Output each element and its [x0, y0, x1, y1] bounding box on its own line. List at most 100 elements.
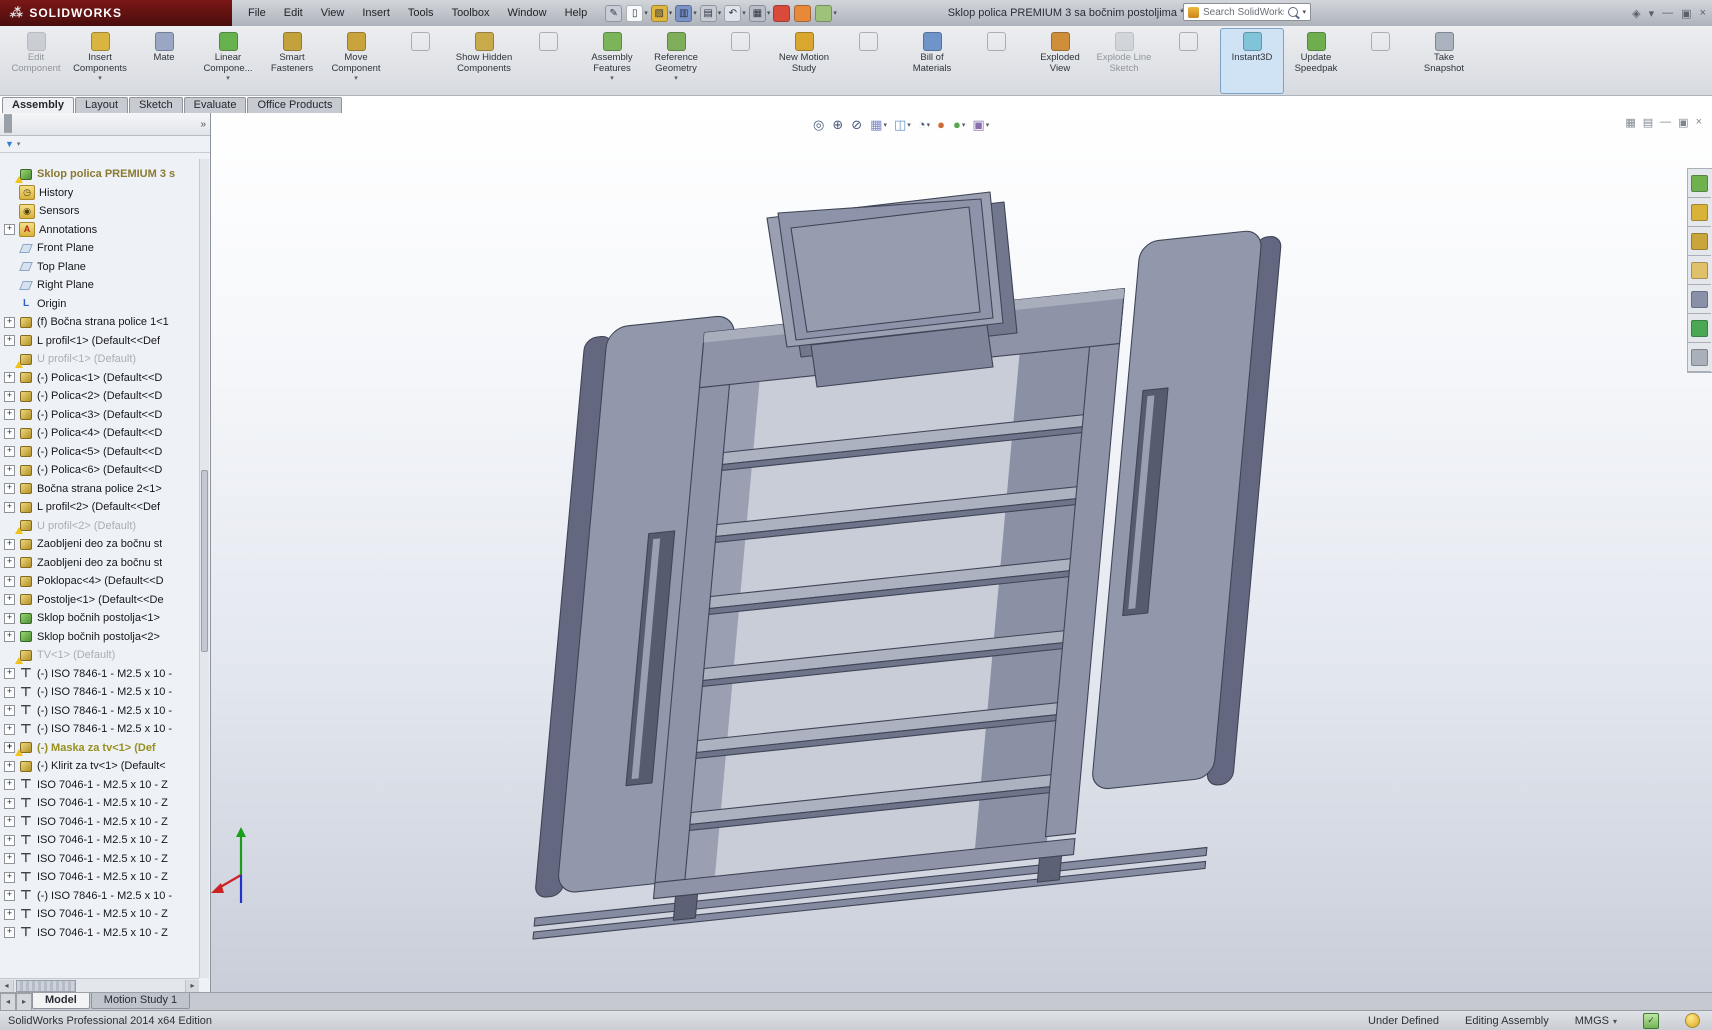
- chevron-down-icon[interactable]: ▾: [354, 74, 358, 83]
- bottom-tab[interactable]: Motion Study 1: [91, 993, 190, 1009]
- file-properties-icon[interactable]: ▾: [815, 5, 837, 22]
- tree-item[interactable]: + Annotations: [0, 221, 200, 240]
- display-style-icon[interactable]: ◫ ▾: [892, 117, 913, 133]
- scrollbar-thumb[interactable]: [201, 470, 208, 652]
- tree-item[interactable]: + (-) ISO 7846-1 - M2.5 x 10 -: [0, 665, 200, 684]
- help-flyout-icon[interactable]: ◈: [1632, 7, 1640, 20]
- command-tab[interactable]: Layout: [75, 97, 128, 113]
- ribbon-button[interactable]: Explode Line Sketch: [1092, 28, 1156, 94]
- expand-toggle[interactable]: +: [4, 557, 15, 568]
- panel-collapse-chevron[interactable]: »: [200, 119, 206, 130]
- customize-pencil-icon[interactable]: ✎: [605, 5, 623, 22]
- cascade-windows-icon[interactable]: ▤: [1643, 116, 1653, 129]
- tree-item[interactable]: + (-) ISO 7846-1 - M2.5 x 10 -: [0, 887, 200, 906]
- tree-item[interactable]: + (-) Maska za tv<1> (Def: [0, 739, 200, 758]
- ribbon-button[interactable]: Assembly Features ▾: [580, 28, 644, 94]
- ribbon-button[interactable]: Insert Components ▾: [68, 28, 132, 94]
- menu-item[interactable]: Insert: [354, 4, 398, 22]
- tree-item[interactable]: + L profil<1> (Default<<Def: [0, 332, 200, 351]
- chevron-down-icon[interactable]: ▾: [669, 9, 673, 17]
- tree-item[interactable]: + (-) Polica<2> (Default<<D: [0, 387, 200, 406]
- menu-item[interactable]: Window: [499, 4, 554, 22]
- expand-toggle[interactable]: +: [4, 724, 15, 735]
- chevron-down-icon[interactable]: ▾: [1302, 8, 1306, 16]
- tree-item[interactable]: Origin: [0, 295, 200, 314]
- ribbon-button[interactable]: [516, 28, 580, 94]
- section-view-icon[interactable]: ⊘: [849, 117, 865, 133]
- solidworks-resources-tab[interactable]: [1688, 169, 1711, 198]
- expand-toggle[interactable]: +: [4, 890, 15, 901]
- save-icon[interactable]: ▥ ▾: [675, 5, 697, 22]
- tree-item[interactable]: + (-) ISO 7846-1 - M2.5 x 10 -: [0, 720, 200, 739]
- expand-toggle[interactable]: +: [4, 539, 15, 550]
- ribbon-button[interactable]: Update Speedpak: [1284, 28, 1348, 94]
- ribbon-button[interactable]: Show Hidden Components: [452, 28, 516, 94]
- restore-icon[interactable]: ▣: [1681, 7, 1691, 20]
- expand-toggle[interactable]: +: [4, 372, 15, 383]
- design-library-tab[interactable]: [1688, 198, 1711, 227]
- filter-funnel-icon[interactable]: ▼: [5, 139, 14, 149]
- tree-item[interactable]: + ISO 7046-1 - M2.5 x 10 - Z: [0, 776, 200, 795]
- tab-scroll-right[interactable]: ▸: [16, 993, 32, 1011]
- model-3d[interactable]: [211, 113, 1712, 992]
- zoom-to-fit-icon[interactable]: ◎: [811, 117, 827, 133]
- expand-toggle[interactable]: +: [4, 872, 15, 883]
- tree-vertical-scrollbar[interactable]: [199, 159, 209, 978]
- menu-item[interactable]: File: [240, 4, 274, 22]
- print-icon[interactable]: ▤ ▾: [700, 5, 722, 22]
- restore-doc-icon[interactable]: ▣: [1678, 116, 1688, 129]
- expand-toggle[interactable]: +: [4, 631, 15, 642]
- view-settings-icon[interactable]: ▣ ▾: [970, 117, 991, 133]
- chevron-down-icon[interactable]: ▾: [1649, 7, 1655, 20]
- view-palette-tab[interactable]: [1688, 256, 1711, 285]
- ribbon-button[interactable]: [836, 28, 900, 94]
- menu-item[interactable]: Tools: [400, 4, 442, 22]
- ribbon-button[interactable]: Move Component ▾: [324, 28, 388, 94]
- file-explorer-tab[interactable]: [1688, 227, 1711, 256]
- tree-item[interactable]: + (-) Klirit za tv<1> (Default<: [0, 757, 200, 776]
- expand-toggle[interactable]: +: [4, 798, 15, 809]
- tree-item[interactable]: + ISO 7046-1 - M2.5 x 10 - Z: [0, 813, 200, 832]
- minimize-doc-icon[interactable]: —: [1660, 116, 1671, 129]
- bottom-tab[interactable]: Model: [32, 993, 90, 1009]
- view-orientation-icon[interactable]: ▦ ▾: [868, 117, 889, 133]
- units-selector[interactable]: MMGS▾: [1575, 1015, 1617, 1027]
- tree-item[interactable]: Front Plane: [0, 239, 200, 258]
- expand-toggle[interactable]: +: [4, 465, 15, 476]
- tree-item[interactable]: Sensors: [0, 202, 200, 221]
- close-doc-icon[interactable]: ×: [1696, 116, 1702, 129]
- tab-scroll-left[interactable]: ◂: [0, 993, 16, 1011]
- search-icon[interactable]: [1288, 7, 1298, 17]
- ribbon-button[interactable]: Bill of Materials: [900, 28, 964, 94]
- command-tab[interactable]: Assembly: [2, 97, 74, 113]
- tree-filter-row[interactable]: ▼ ▾: [0, 136, 210, 153]
- chevron-down-icon[interactable]: ▾: [693, 9, 697, 17]
- graphics-area[interactable]: ◎ ⊕ ⊘ ▦ ▾ ◫ ▾ ◔ ▾ ● ● ▾: [211, 113, 1712, 992]
- ribbon-button[interactable]: Mate: [132, 28, 196, 94]
- expand-toggle[interactable]: +: [4, 335, 15, 346]
- ribbon-button[interactable]: [964, 28, 1028, 94]
- chevron-down-icon[interactable]: ▾: [883, 121, 887, 129]
- chevron-down-icon[interactable]: ▾: [674, 74, 678, 83]
- ribbon-button[interactable]: Exploded View: [1028, 28, 1092, 94]
- minimize-icon[interactable]: —: [1662, 7, 1673, 19]
- tree-horizontal-scrollbar[interactable]: ◂ ▸: [0, 978, 199, 992]
- ribbon-button[interactable]: Edit Component: [4, 28, 68, 94]
- tree-item[interactable]: + (-) Polica<4> (Default<<D: [0, 424, 200, 443]
- chevron-down-icon[interactable]: ▾: [907, 121, 911, 129]
- tree-item[interactable]: + (-) Polica<5> (Default<<D: [0, 443, 200, 462]
- expand-toggle[interactable]: +: [4, 927, 15, 938]
- command-tab[interactable]: Sketch: [129, 97, 183, 113]
- scroll-left-arrow[interactable]: ◂: [0, 980, 14, 992]
- tree-item[interactable]: History: [0, 184, 200, 203]
- ribbon-button[interactable]: Reference Geometry ▾: [644, 28, 708, 94]
- expand-toggle[interactable]: +: [4, 853, 15, 864]
- options-icon[interactable]: [794, 5, 812, 22]
- chevron-down-icon[interactable]: ▾: [767, 9, 771, 17]
- ribbon-button[interactable]: [1156, 28, 1220, 94]
- command-tab[interactable]: Office Products: [247, 97, 342, 113]
- expand-toggle[interactable]: +: [4, 594, 15, 605]
- tree-item[interactable]: + ISO 7046-1 - M2.5 x 10 - Z: [0, 794, 200, 813]
- apply-scene-icon[interactable]: ● ▾: [951, 117, 967, 133]
- undo-icon[interactable]: ↶ ▾: [724, 5, 746, 22]
